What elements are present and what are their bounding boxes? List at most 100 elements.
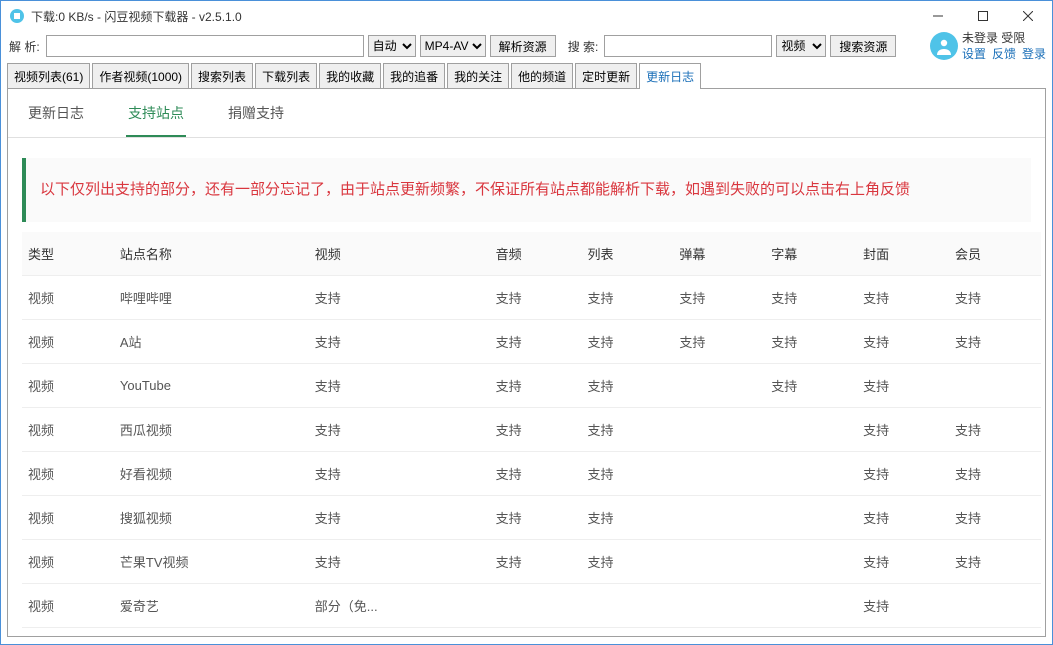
table-header: 字幕 [765, 232, 857, 276]
parse-label: 解 析: [7, 38, 42, 55]
login-status: 未登录 受限 [962, 30, 1046, 46]
table-cell [673, 452, 765, 496]
table-cell: 支持 [582, 364, 674, 408]
main-tab-3[interactable]: 下载列表 [255, 63, 317, 89]
search-type-select[interactable]: 视频 [776, 35, 826, 57]
main-tab-7[interactable]: 他的频道 [511, 63, 573, 89]
table-cell: 支持 [490, 276, 582, 320]
table-cell: 腾讯视频 [114, 628, 309, 637]
table-row: 视频芒果TV视频支持支持支持支持支持 [22, 540, 1041, 584]
table-cell [765, 496, 857, 540]
table-cell [673, 408, 765, 452]
table-header: 会员 [949, 232, 1041, 276]
main-tab-6[interactable]: 我的关注 [447, 63, 509, 89]
search-input[interactable] [604, 35, 772, 57]
table-cell [765, 408, 857, 452]
titlebar: 下载:0 KB/s - 闪豆视频下载器 - v2.5.1.0 [1, 1, 1052, 31]
table-cell: 视频 [22, 408, 114, 452]
table-row: 视频A站支持支持支持支持支持支持支持 [22, 320, 1041, 364]
toolbar: 解 析: 自动 MP4-AVC 解析资源 搜 索: 视频 搜索资源 未登录 受限… [1, 31, 1052, 61]
table-cell [582, 584, 674, 628]
table-header: 弹幕 [673, 232, 765, 276]
table-cell: 支持 [582, 540, 674, 584]
table-cell: 支持 [490, 540, 582, 584]
table-cell: 支持 [309, 320, 490, 364]
table-cell: 爱奇艺 [114, 584, 309, 628]
table-cell: 支持 [857, 408, 949, 452]
table-cell: 视频 [22, 320, 114, 364]
table-cell [765, 628, 857, 637]
table-cell: 部分（免... [309, 584, 490, 628]
sub-tab-2[interactable]: 捐赠支持 [226, 103, 286, 137]
sub-tab-0[interactable]: 更新日志 [26, 103, 86, 137]
table-cell: 支持 [582, 320, 674, 364]
table-cell: 搜狐视频 [114, 496, 309, 540]
settings-link[interactable]: 设置 [962, 47, 986, 61]
sub-tab-1[interactable]: 支持站点 [126, 103, 186, 137]
table-cell: A站 [114, 320, 309, 364]
table-cell: 支持 [949, 628, 1041, 637]
main-tab-8[interactable]: 定时更新 [575, 63, 637, 89]
support-table: 类型站点名称视频音频列表弹幕字幕封面会员 视频哔哩哔哩支持支持支持支持支持支持支… [22, 232, 1041, 636]
table-cell: 支持 [765, 276, 857, 320]
table-cell [582, 628, 674, 637]
table-cell: 支持 [857, 276, 949, 320]
table-cell: 支持 [949, 320, 1041, 364]
table-cell: 支持 [949, 540, 1041, 584]
table-cell: 视频 [22, 628, 114, 637]
table-cell: 支持 [857, 452, 949, 496]
table-cell: 视频 [22, 452, 114, 496]
table-row: 视频腾讯视频部分支持支持 [22, 628, 1041, 637]
table-cell: 支持 [765, 320, 857, 364]
main-tab-2[interactable]: 搜索列表 [191, 63, 253, 89]
table-header: 音频 [490, 232, 582, 276]
maximize-button[interactable] [960, 2, 1005, 30]
table-cell: 视频 [22, 584, 114, 628]
table-header: 站点名称 [114, 232, 309, 276]
table-cell: 支持 [309, 540, 490, 584]
table-cell [490, 628, 582, 637]
support-table-wrap[interactable]: 类型站点名称视频音频列表弹幕字幕封面会员 视频哔哩哔哩支持支持支持支持支持支持支… [22, 232, 1041, 636]
table-cell: 支持 [309, 276, 490, 320]
main-tab-5[interactable]: 我的追番 [383, 63, 445, 89]
table-cell: 支持 [309, 364, 490, 408]
table-row: 视频哔哩哔哩支持支持支持支持支持支持支持 [22, 276, 1041, 320]
format-select[interactable]: MP4-AVC [420, 35, 486, 57]
feedback-link[interactable]: 反馈 [992, 47, 1016, 61]
search-button[interactable]: 搜索资源 [830, 35, 896, 57]
table-cell: 支持 [490, 496, 582, 540]
login-link[interactable]: 登录 [1022, 47, 1046, 61]
table-header: 视频 [309, 232, 490, 276]
table-cell: 支持 [309, 408, 490, 452]
main-tab-4[interactable]: 我的收藏 [319, 63, 381, 89]
table-cell: 支持 [673, 276, 765, 320]
sub-tabs: 更新日志 支持站点 捐赠支持 [8, 89, 1045, 138]
table-cell: 支持 [490, 452, 582, 496]
table-cell [673, 496, 765, 540]
main-tab-1[interactable]: 作者视频(1000) [92, 63, 189, 89]
close-button[interactable] [1005, 2, 1050, 30]
search-label: 搜 索: [566, 38, 601, 55]
table-cell: 芒果TV视频 [114, 540, 309, 584]
table-header: 列表 [582, 232, 674, 276]
table-header: 封面 [857, 232, 949, 276]
table-cell: 支持 [857, 540, 949, 584]
table-cell [673, 584, 765, 628]
login-info: 未登录 受限 设置反馈登录 [962, 30, 1046, 62]
table-cell: 支持 [857, 628, 949, 637]
content-area: 更新日志支持站点捐赠支持 以下仅列出支持的部分，还有一部分忘记了，由于站点更新频… [7, 88, 1046, 637]
table-cell: 支持 [857, 584, 949, 628]
table-cell: 支持 [582, 452, 674, 496]
auto-select[interactable]: 自动 [368, 35, 416, 57]
table-cell: 支持 [490, 364, 582, 408]
main-tab-0[interactable]: 视频列表(61) [7, 63, 90, 89]
avatar[interactable] [930, 32, 958, 60]
parse-button[interactable]: 解析资源 [490, 35, 556, 57]
parse-input[interactable] [46, 35, 364, 57]
table-cell: 好看视频 [114, 452, 309, 496]
main-tab-9[interactable]: 更新日志 [639, 63, 701, 89]
minimize-button[interactable] [915, 2, 960, 30]
table-cell: 视频 [22, 496, 114, 540]
table-row: 视频搜狐视频支持支持支持支持支持 [22, 496, 1041, 540]
table-cell [673, 364, 765, 408]
